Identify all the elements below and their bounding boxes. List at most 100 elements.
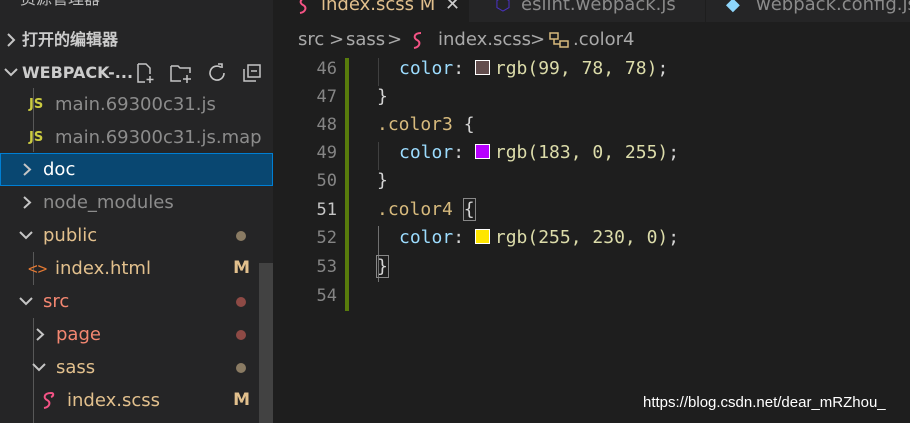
explorer-sidebar: 资源管理器 打开的编辑器 WEBPACK-... JS bbox=[0, 0, 273, 423]
tab-eslint-webpack[interactable]: ⬡ eslint.webpack.js bbox=[469, 0, 704, 22]
line-number: 46 bbox=[316, 59, 337, 79]
breadcrumb-item[interactable]: src bbox=[298, 22, 324, 58]
breadcrumb-item[interactable]: index.scss bbox=[438, 22, 531, 58]
indent-guide bbox=[378, 58, 379, 86]
css-property: color bbox=[399, 58, 454, 79]
color-swatch[interactable] bbox=[474, 229, 490, 244]
open-editors-section[interactable]: 打开的编辑器 bbox=[0, 24, 273, 56]
modified-dot bbox=[236, 363, 246, 373]
tree-item-label: index.scss bbox=[67, 390, 160, 411]
tree-item-label: main.69300c31.js bbox=[55, 94, 216, 115]
tab-index-scss[interactable]: index.scss M ✕ bbox=[273, 0, 468, 22]
close-icon[interactable]: ✕ bbox=[445, 0, 460, 22]
css-selector: .color4 bbox=[377, 199, 453, 220]
git-added-gutter bbox=[345, 58, 349, 311]
tree-item-public[interactable]: public bbox=[0, 219, 258, 252]
tree-item-label: sass bbox=[56, 357, 96, 378]
modified-badge: M bbox=[233, 390, 250, 410]
tree-item-label: page bbox=[56, 324, 101, 345]
matching-brace: { bbox=[462, 198, 476, 221]
eslint-icon: ⬡ bbox=[495, 0, 511, 15]
code-line-current[interactable]: .color4 { bbox=[377, 196, 476, 224]
tree-item-label: public bbox=[43, 225, 98, 246]
code-line[interactable]: } bbox=[377, 83, 388, 111]
tree-item-label: main.69300c31.js.map bbox=[55, 127, 262, 148]
sass-file-icon bbox=[40, 384, 56, 423]
css-property: color bbox=[399, 227, 454, 248]
indent-guide bbox=[378, 142, 379, 170]
modified-badge: M bbox=[233, 258, 250, 278]
collapse-all-icon[interactable] bbox=[241, 62, 263, 84]
workspace-actions bbox=[134, 57, 263, 89]
code-line[interactable]: color: rgb(99, 78, 78); bbox=[399, 55, 668, 83]
css-property: color bbox=[399, 142, 454, 163]
sass-file-icon bbox=[297, 0, 311, 22]
line-number: 48 bbox=[316, 115, 337, 135]
tree-item-index-scss[interactable]: index.scss M bbox=[0, 384, 258, 417]
open-brace: { bbox=[463, 114, 475, 135]
new-folder-icon[interactable] bbox=[169, 62, 193, 84]
open-editors-label: 打开的编辑器 bbox=[22, 30, 119, 49]
code-line[interactable]: } bbox=[377, 167, 388, 195]
line-number: 52 bbox=[316, 228, 337, 248]
tree-item-src[interactable]: src bbox=[0, 285, 258, 318]
explorer-title: 资源管理器 bbox=[20, 0, 100, 15]
line-number: 50 bbox=[316, 171, 337, 191]
color-swatch[interactable] bbox=[474, 60, 490, 75]
workspace-section[interactable]: WEBPACK-... bbox=[0, 57, 273, 89]
tree-item-index-html[interactable]: <> index.html M bbox=[0, 252, 258, 285]
colon: : bbox=[453, 142, 465, 163]
breadcrumb-item[interactable]: .color4 bbox=[573, 22, 635, 58]
color-swatch[interactable] bbox=[474, 144, 490, 159]
error-dot bbox=[236, 330, 246, 340]
tree-item-doc[interactable]: doc bbox=[0, 153, 273, 186]
tree-item-label: node_modules bbox=[43, 192, 174, 213]
breadcrumb-separator: > bbox=[530, 29, 546, 50]
code-line[interactable]: .color3 { bbox=[377, 111, 475, 139]
line-number: 53 bbox=[316, 257, 337, 277]
code-line[interactable]: color: rgb(255, 230, 0); bbox=[399, 224, 679, 252]
tab-bar: index.scss M ✕ ⬡ eslint.webpack.js ◆ web… bbox=[273, 0, 910, 22]
webpack-icon: ◆ bbox=[726, 0, 740, 15]
code-line[interactable]: color: rgb(183, 0, 255); bbox=[399, 139, 679, 167]
breadcrumb-item[interactable]: sass bbox=[346, 22, 385, 58]
js-file-icon: JS bbox=[29, 130, 44, 145]
new-file-icon[interactable] bbox=[134, 62, 156, 84]
line-number: 47 bbox=[316, 87, 337, 107]
tree-item-main-js-map[interactable]: JS main.69300c31.js.map bbox=[0, 121, 262, 154]
css-value: rgb(99, 78, 78) bbox=[494, 58, 658, 79]
colon: : bbox=[453, 58, 465, 79]
css-selector: .color3 bbox=[377, 114, 453, 135]
tree-item-page[interactable]: page bbox=[0, 318, 258, 351]
tree-item-label: src bbox=[43, 291, 70, 312]
tab-label: eslint.webpack.js bbox=[521, 0, 676, 15]
sidebar-scrollbar[interactable] bbox=[259, 263, 273, 423]
line-number: 54 bbox=[316, 286, 337, 306]
workspace-label: WEBPACK-... bbox=[22, 63, 134, 82]
colon: : bbox=[453, 227, 465, 248]
css-value: rgb(255, 230, 0) bbox=[494, 227, 669, 248]
line-number: 49 bbox=[316, 143, 337, 163]
refresh-icon[interactable] bbox=[206, 62, 228, 84]
css-value: rgb(183, 0, 255) bbox=[494, 142, 669, 163]
modified-dot bbox=[236, 231, 246, 241]
html-file-icon: <> bbox=[28, 259, 48, 278]
breadcrumb: src > sass > index.scss > .color4 bbox=[273, 22, 910, 58]
tree-item-node-modules[interactable]: node_modules bbox=[0, 186, 258, 219]
tree-item-sass[interactable]: sass bbox=[0, 351, 258, 384]
breadcrumb-separator: > bbox=[387, 29, 403, 50]
tree-item-label: index.html bbox=[55, 258, 151, 279]
matching-brace: } bbox=[376, 255, 389, 278]
breadcrumb-separator: > bbox=[329, 29, 345, 50]
error-dot bbox=[236, 297, 246, 307]
tab-label: webpack.config.js bbox=[756, 0, 910, 15]
tab-label: index.scss M bbox=[321, 0, 436, 15]
code-line[interactable]: } bbox=[376, 253, 389, 281]
code-editor[interactable]: 46 color: rgb(99, 78, 78); 47 } 48 .colo… bbox=[273, 58, 910, 423]
tree-item-label: doc bbox=[43, 159, 76, 180]
js-file-icon: JS bbox=[29, 97, 44, 112]
tab-webpack-config[interactable]: ◆ webpack.config.js bbox=[706, 0, 910, 22]
watermark: https://blog.csdn.net/dear_mRZhou_ bbox=[643, 394, 886, 411]
line-number-current: 51 bbox=[316, 200, 337, 220]
tree-item-main-js[interactable]: JS main.69300c31.js bbox=[0, 88, 258, 121]
